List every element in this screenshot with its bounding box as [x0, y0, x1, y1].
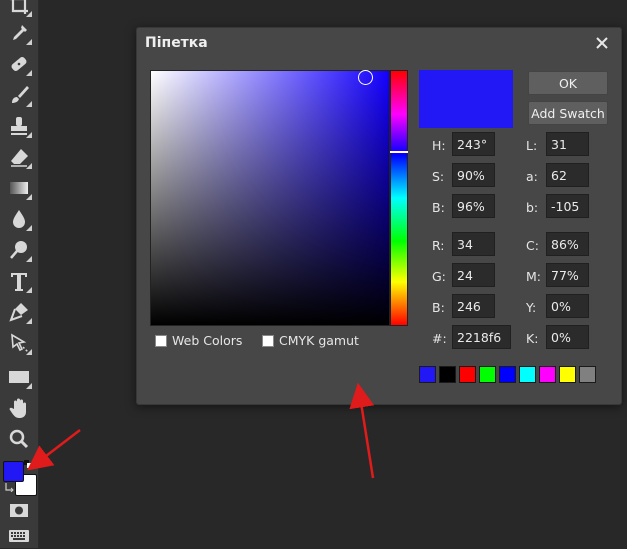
- annotation-arrow-dialog: [349, 382, 375, 479]
- annotation-arrows: [27, 382, 375, 479]
- annotation-arrow-toolbar: [27, 429, 81, 471]
